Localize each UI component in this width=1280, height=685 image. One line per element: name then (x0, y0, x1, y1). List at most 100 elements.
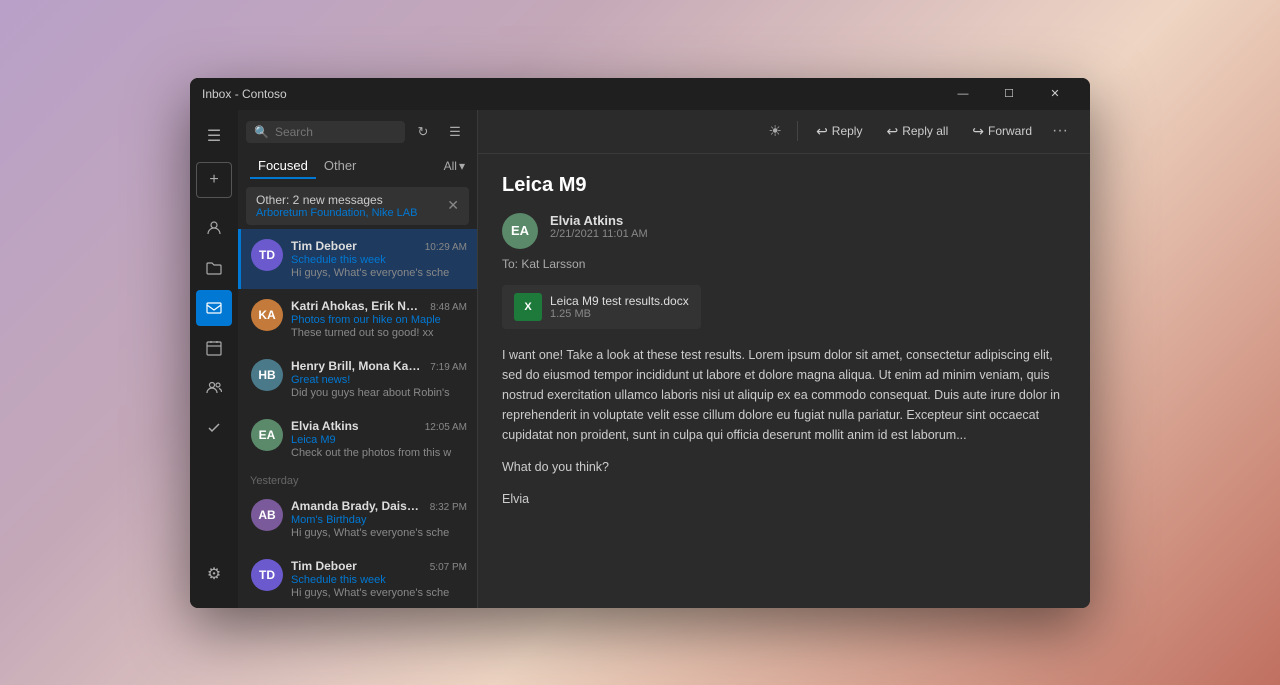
all-dropdown[interactable]: All ▾ (444, 159, 465, 173)
email-sender: Henry Brill, Mona Kane, Cecil F... (291, 359, 421, 373)
minimize-button[interactable]: — (940, 78, 986, 110)
more-actions-button[interactable]: ··· (1046, 117, 1074, 145)
search-icon: 🔍 (254, 125, 269, 139)
avatar: KA (251, 299, 283, 331)
email-subject: Great news! (291, 374, 467, 386)
maximize-button[interactable]: ☐ (986, 78, 1032, 110)
search-actions: ↻ ☰ (409, 118, 469, 146)
calendar-icon[interactable] (196, 330, 232, 366)
sender-avatar: EA (502, 213, 538, 249)
email-sender: Tim Deboer (291, 559, 357, 573)
email-item[interactable]: TD Tim Deboer 10:29 AM Schedule this wee… (238, 229, 477, 289)
compose-button[interactable]: + (196, 162, 232, 198)
sender-row: EA Elvia Atkins 2/21/2021 11:01 AM (502, 213, 1066, 249)
reply-all-icon: ↩ (886, 123, 898, 140)
window-title: Inbox - Contoso (202, 87, 940, 101)
email-time: 8:48 AM (430, 302, 467, 313)
hamburger-menu-icon[interactable]: ☰ (196, 118, 232, 154)
email-item[interactable]: TD Tim Deboer 5:07 PM Schedule this week… (238, 549, 477, 608)
email-time: 8:32 PM (430, 502, 467, 513)
contacts-icon[interactable] (196, 370, 232, 406)
email-item[interactable]: KA Katri Ahokas, Erik Nason 8:48 AM Phot… (238, 289, 477, 349)
people-icon[interactable] (196, 210, 232, 246)
email-subject: Leica M9 (291, 434, 467, 446)
notification-close-button[interactable]: ✕ (447, 197, 459, 214)
close-button[interactable]: ✕ (1032, 78, 1078, 110)
icon-sidebar: ☰ + (190, 110, 238, 608)
email-preview: These turned out so good! xx (291, 327, 467, 339)
sender-name: Elvia Atkins (550, 213, 1066, 228)
email-body: I want one! Take a look at these test re… (502, 345, 1066, 509)
email-preview: Hi guys, What's everyone's sche (291, 267, 467, 279)
attachment-size: 1.25 MB (550, 308, 689, 320)
toolbar-separator (797, 121, 798, 141)
email-item[interactable]: HB Henry Brill, Mona Kane, Cecil F... 7:… (238, 349, 477, 409)
attachment-name: Leica M9 test results.docx (550, 294, 689, 308)
email-signature: Elvia (502, 489, 1066, 509)
forward-icon: ↪ (972, 123, 984, 140)
avatar: TD (251, 559, 283, 591)
settings-icon[interactable]: ⚙ (196, 556, 232, 592)
focused-tab[interactable]: Focused (250, 154, 316, 179)
email-subject: Photos from our hike on Maple (291, 314, 467, 326)
email-preview: Did you guys hear about Robin's (291, 387, 467, 399)
attachment-file-icon: X (514, 293, 542, 321)
search-input-wrap[interactable]: 🔍 (246, 121, 405, 143)
forward-button[interactable]: ↪ Forward (962, 119, 1042, 144)
email-sender: Amanda Brady, Daisy Phillips (291, 499, 421, 513)
sidebar-top: ☰ + (196, 118, 232, 556)
refresh-button[interactable]: ↻ (409, 118, 437, 146)
app-body: ☰ + (190, 110, 1090, 608)
sidebar-bottom: ⚙ (196, 556, 232, 600)
tabs-row: Focused Other All ▾ (238, 154, 477, 187)
brightness-button[interactable]: ☀ (761, 117, 789, 145)
title-bar-controls: — ☐ ✕ (940, 78, 1078, 110)
yesterday-section-label: Yesterday (238, 469, 477, 489)
reading-pane: ☀ ↩ Reply ↩ Reply all ↪ Forward ··· Lei (478, 110, 1090, 608)
sender-time: 2/21/2021 11:01 AM (550, 228, 1066, 240)
mail-icon[interactable] (196, 290, 232, 326)
email-item[interactable]: EA Elvia Atkins 12:05 AM Leica M9 Check … (238, 409, 477, 469)
email-subject: Schedule this week (291, 254, 467, 266)
email-subject: Mom's Birthday (291, 514, 467, 526)
email-body-paragraph-1: I want one! Take a look at these test re… (502, 345, 1066, 445)
reply-all-button[interactable]: ↩ Reply all (876, 119, 958, 144)
reading-content: Leica M9 EA Elvia Atkins 2/21/2021 11:01… (478, 154, 1090, 608)
reply-icon: ↩ (816, 123, 828, 140)
tasks-icon[interactable] (196, 410, 232, 446)
reply-button[interactable]: ↩ Reply (806, 119, 872, 144)
email-preview: Hi guys, What's everyone's sche (291, 527, 467, 539)
filter-button[interactable]: ☰ (441, 118, 469, 146)
email-time: 5:07 PM (430, 562, 467, 573)
email-preview: Hi guys, What's everyone's sche (291, 587, 467, 599)
email-sender: Elvia Atkins (291, 419, 359, 433)
folder-icon[interactable] (196, 250, 232, 286)
email-preview: Check out the photos from this w (291, 447, 467, 459)
email-item[interactable]: AB Amanda Brady, Daisy Phillips 8:32 PM … (238, 489, 477, 549)
notification-banner: Other: 2 new messages Arboretum Foundati… (246, 187, 469, 225)
recipient-row: To: Kat Larsson (502, 257, 1066, 271)
app-window: Inbox - Contoso — ☐ ✕ ☰ + (190, 78, 1090, 608)
avatar: TD (251, 239, 283, 271)
attachment-card[interactable]: X Leica M9 test results.docx 1.25 MB (502, 285, 701, 329)
email-time: 7:19 AM (430, 362, 467, 373)
email-list-pane: 🔍 ↻ ☰ Focused Other All ▾ (238, 110, 478, 608)
search-input[interactable] (275, 125, 397, 139)
avatar: EA (251, 419, 283, 451)
email-list: TD Tim Deboer 10:29 AM Schedule this wee… (238, 229, 477, 608)
email-sender: Katri Ahokas, Erik Nason (291, 299, 421, 313)
search-bar: 🔍 ↻ ☰ (238, 110, 477, 154)
title-bar: Inbox - Contoso — ☐ ✕ (190, 78, 1090, 110)
email-body-paragraph-2: What do you think? (502, 457, 1066, 477)
notification-main-text: Other: 2 new messages (256, 193, 417, 207)
email-sender: Tim Deboer (291, 239, 357, 253)
other-tab[interactable]: Other (316, 154, 365, 179)
reading-toolbar: ☀ ↩ Reply ↩ Reply all ↪ Forward ··· (478, 110, 1090, 154)
email-title: Leica M9 (502, 174, 1066, 197)
notification-sub-text[interactable]: Arboretum Foundation, Nike LAB (256, 207, 417, 219)
email-subject: Schedule this week (291, 574, 467, 586)
avatar: AB (251, 499, 283, 531)
email-time: 12:05 AM (425, 422, 467, 433)
avatar: HB (251, 359, 283, 391)
email-time: 10:29 AM (425, 242, 467, 253)
